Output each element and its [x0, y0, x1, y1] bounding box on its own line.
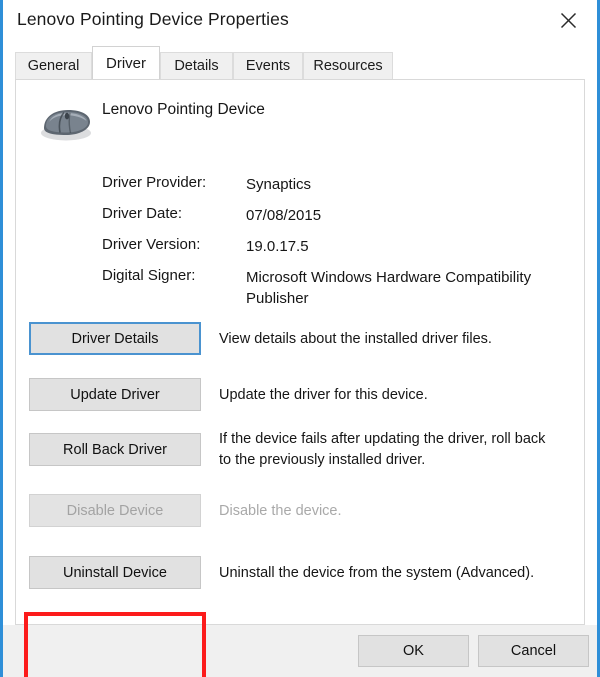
- info-label-driver-version: Driver Version:: [102, 236, 201, 253]
- tab-details-label: Details: [174, 58, 219, 74]
- dialog-footer: OK Cancel: [3, 625, 597, 677]
- tab-resources-label: Resources: [313, 58, 383, 74]
- info-label-driver-provider: Driver Provider:: [102, 174, 207, 191]
- update-driver-button[interactable]: Update Driver: [29, 378, 201, 411]
- info-value-driver-version: 19.0.17.5: [246, 238, 309, 255]
- info-value-digital-signer: Microsoft Windows Hardware Compatibility…: [246, 269, 532, 307]
- info-value-driver-provider: Synaptics: [246, 176, 312, 193]
- info-row-driver-version: Driver Version: 19.0.17.5: [102, 236, 570, 267]
- title-bar: Lenovo Pointing Device Properties: [3, 0, 597, 46]
- uninstall-device-description: Uninstall the device from the system (Ad…: [219, 565, 535, 581]
- update-driver-description: Update the driver for this device.: [219, 387, 428, 403]
- info-value-driver-date: 07/08/2015: [246, 207, 322, 224]
- ok-button[interactable]: OK: [358, 635, 469, 667]
- info-label-digital-signer: Digital Signer:: [102, 267, 196, 284]
- tab-events-label: Events: [245, 58, 291, 74]
- tab-general-label: General: [27, 58, 80, 74]
- info-row-driver-provider: Driver Provider: Synaptics: [102, 174, 570, 205]
- uninstall-device-button[interactable]: Uninstall Device: [29, 556, 201, 589]
- disable-device-button[interactable]: Disable Device: [29, 494, 201, 527]
- close-icon[interactable]: [545, 0, 591, 40]
- cancel-button[interactable]: Cancel: [478, 635, 589, 667]
- tab-driver-label: Driver: [106, 54, 146, 72]
- tab-resources[interactable]: Resources: [303, 52, 393, 79]
- info-label-driver-date: Driver Date:: [102, 205, 183, 222]
- driver-details-description: View details about the installed driver …: [219, 331, 492, 347]
- device-name: Lenovo Pointing Device: [102, 101, 265, 118]
- tab-driver[interactable]: Driver: [92, 46, 160, 79]
- device-properties-window: Lenovo Pointing Device Properties Genera…: [0, 0, 600, 677]
- tab-general[interactable]: General: [15, 52, 92, 79]
- driver-details-button[interactable]: Driver Details: [29, 322, 201, 355]
- device-header: Lenovo Pointing Device: [16, 96, 584, 146]
- driver-tab-panel: Lenovo Pointing Device Driver Provider: …: [15, 79, 585, 677]
- mouse-icon: [36, 102, 96, 144]
- tab-details[interactable]: Details: [160, 52, 233, 79]
- roll-back-driver-button[interactable]: Roll Back Driver: [29, 433, 201, 466]
- disable-device-description: Disable the device.: [219, 503, 342, 519]
- tab-events[interactable]: Events: [233, 52, 303, 79]
- window-title: Lenovo Pointing Device Properties: [17, 9, 289, 29]
- driver-info-list: Driver Provider: Synaptics Driver Date: …: [102, 174, 570, 311]
- info-row-driver-date: Driver Date: 07/08/2015: [102, 205, 570, 236]
- info-row-digital-signer: Digital Signer: Microsoft Windows Hardwa…: [102, 267, 570, 311]
- tab-strip: General Driver Details Events Resources: [15, 46, 597, 79]
- roll-back-driver-description: If the device fails after updating the d…: [219, 431, 546, 468]
